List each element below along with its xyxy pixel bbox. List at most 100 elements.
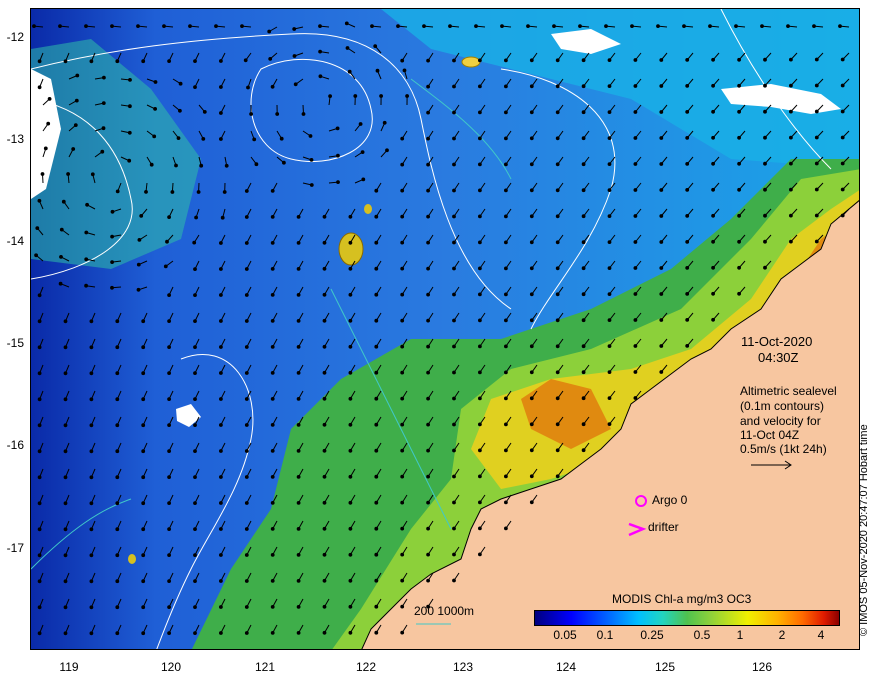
velocity-arrowhead (426, 240, 431, 245)
velocity-arrowhead (763, 239, 767, 244)
velocity-arrowhead (375, 68, 380, 73)
velocity-arrowhead (348, 240, 353, 245)
velocity-arrowhead (555, 84, 560, 89)
velocity-arrowhead (244, 215, 249, 219)
velocity-arrowhead (270, 423, 275, 427)
velocity-arrowhead (167, 553, 172, 557)
velocity-arrowhead (188, 24, 192, 29)
velocity-arrowhead (292, 54, 297, 58)
velocity-arrowhead (737, 187, 741, 192)
velocity-arrowhead (607, 136, 612, 141)
velocity-arrowhead (328, 94, 333, 98)
velocity-arrowhead (763, 265, 767, 270)
velocity-arrowhead (244, 449, 249, 453)
velocity-arrowhead (178, 81, 183, 86)
lat-label: -17 (6, 541, 24, 555)
velocity-arrowhead (136, 287, 141, 292)
velocity-arrowhead (814, 239, 819, 244)
velocity-arrowhead (296, 241, 301, 245)
velocity-arrowhead (296, 449, 301, 453)
velocity-arrowhead (282, 160, 286, 165)
velocity-arrowhead (270, 397, 275, 401)
velocity-arrowhead (478, 474, 482, 479)
velocity-arrowhead (711, 213, 715, 218)
velocity-arrowhead (270, 319, 275, 323)
velocity-arrowhead (270, 267, 275, 271)
velocity-arrowhead (219, 501, 223, 505)
colorbar-tick: 0.1 (596, 628, 614, 642)
velocity-arrowhead (633, 396, 638, 400)
velocity-arrowhead (63, 605, 68, 610)
velocity-arrowhead (270, 527, 275, 531)
velocity-arrowhead (400, 604, 405, 609)
velocity-arrowhead (426, 292, 431, 297)
velocity-arrowhead (478, 58, 482, 63)
velocity-arrowhead (167, 319, 172, 324)
velocity-arrowhead (555, 266, 560, 271)
velocity-arrowhead (128, 104, 132, 109)
velocity-arrowhead (63, 449, 68, 454)
velocity-arrowhead (581, 84, 586, 89)
velocity-arrowhead (84, 24, 88, 29)
velocity-arrowhead (176, 136, 181, 141)
velocity-arrowhead (141, 423, 146, 428)
velocity-arrowhead (296, 527, 301, 531)
velocity-arrowhead (322, 422, 327, 427)
lon-label: 123 (452, 660, 474, 674)
velocity-arrowhead (193, 59, 197, 63)
velocity-arrowhead (193, 397, 197, 402)
velocity-arrowhead (308, 134, 313, 138)
velocity-arrowhead (633, 162, 638, 166)
reef-island (364, 204, 372, 214)
velocity-arrowhead (167, 215, 172, 220)
velocity-arrowhead (219, 85, 223, 89)
velocity-arrowhead (711, 265, 715, 270)
velocity-arrowhead (348, 448, 353, 453)
velocity-arrowhead (400, 630, 405, 635)
velocity-arrowhead (840, 161, 845, 166)
velocity-arrowhead (270, 371, 275, 375)
reef-island (128, 554, 136, 564)
velocity-arrowhead (452, 448, 456, 453)
velocity-arrowhead (141, 371, 146, 376)
velocity-arrowhead (193, 475, 197, 480)
velocity-arrowhead (426, 84, 431, 89)
velocity-arrowhead (136, 262, 141, 267)
velocity-arrowhead (478, 318, 482, 323)
velocity-arrowhead (85, 202, 89, 207)
velocity-arrowhead (374, 500, 379, 505)
velocity-arrowhead (270, 553, 275, 557)
velocity-arrowhead (529, 448, 534, 453)
velocity-arrowhead (400, 266, 405, 271)
velocity-arrowhead (37, 527, 42, 532)
velocity-arrowhead (374, 604, 379, 609)
velocity-arrowhead (711, 161, 715, 166)
velocity-arrowhead (452, 266, 456, 271)
velocity-arrowhead (478, 396, 482, 401)
velocity-arrowhead (814, 109, 819, 114)
velocity-arrowhead (240, 24, 244, 29)
velocity-arrowhead (607, 396, 612, 401)
velocity-arrowhead (167, 397, 172, 402)
velocity-arrowhead (348, 630, 353, 635)
velocity-arrowhead (504, 292, 508, 297)
velocity-arrowhead (115, 371, 120, 376)
lon-label: 124 (555, 660, 577, 674)
velocity-arrowhead (167, 605, 172, 609)
velocity-arrowhead (633, 136, 638, 140)
velocity-arrowhead (37, 449, 42, 454)
velocity-arrowhead (402, 68, 407, 73)
velocity-arrowhead (374, 240, 379, 245)
velocity-arrowhead (555, 396, 560, 401)
velocity-arrowhead (322, 526, 327, 531)
velocity-arrowhead (682, 24, 686, 29)
velocity-arrowhead (400, 240, 405, 245)
velocity-arrowhead (34, 253, 38, 258)
velocity-arrowhead (309, 183, 314, 187)
velocity-arrowhead (426, 318, 431, 323)
velocity-arrowhead (115, 631, 120, 636)
velocity-arrowhead (478, 292, 482, 297)
velocity-arrowhead (270, 449, 275, 453)
velocity-arrowhead (426, 526, 431, 531)
velocity-arrowhead (296, 215, 301, 219)
